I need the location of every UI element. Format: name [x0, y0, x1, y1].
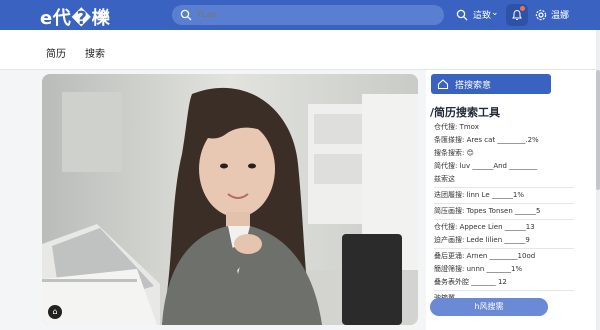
search-input[interactable]	[196, 8, 436, 22]
tool-item[interactable]: 仓代搜: Appece Lien ______13	[434, 219, 574, 233]
office-photo	[42, 74, 418, 325]
tool-item[interactable]: 叠后更涌: Arnen ________10od	[434, 248, 574, 262]
tools-title: /简历搜索工具	[430, 106, 501, 119]
notification-dot	[520, 6, 525, 11]
tool-item[interactable]: 简代搜: luv ______And ________	[434, 161, 574, 172]
tool-list: 仓代搜: Tmox 条匯搽搜: Ares cat ________.2% 搜条搜…	[434, 122, 574, 306]
tab-search[interactable]: 搜索	[85, 45, 105, 60]
nav-bar: 简历 搜索	[0, 30, 600, 70]
settings-link[interactable]: 温娜	[551, 8, 569, 21]
tool-item[interactable]: 叠务表外腔 _______ 12	[434, 277, 574, 288]
sidebar-search-button[interactable]: h风搜需	[430, 298, 548, 316]
search-intent-label: 搭搜索意	[455, 81, 492, 91]
scrollbar[interactable]	[596, 30, 600, 330]
search-box[interactable]	[172, 5, 444, 25]
photo-home-icon[interactable]: ⌂	[48, 305, 62, 319]
tool-item[interactable]: 仓代搜: Tmox	[434, 122, 574, 133]
chevron-down-icon[interactable]: ⌄	[491, 8, 499, 18]
tool-item[interactable]: 条匯搽搜: Ares cat ________.2%	[434, 135, 574, 146]
tool-item[interactable]: 简压画搜: Topes Tonsen ______5	[434, 203, 574, 217]
tool-item[interactable]: 簡證筛搜: unnn _______1%	[434, 264, 574, 275]
hero-photo: ⌂	[42, 74, 418, 325]
notification-button[interactable]	[506, 4, 528, 26]
scrollbar-thumb[interactable]	[596, 70, 600, 190]
tool-item[interactable]: 搜条搜索: 😊	[434, 148, 574, 159]
top-bar: e代�櫟 這致 ⌄ 温娜	[0, 0, 600, 30]
home-icon	[437, 79, 449, 90]
tab-resume[interactable]: 简历	[46, 45, 66, 60]
sidebar: 搭搜索意 /简历搜索工具 仓代搜: Tmox 条匯搽搜: Ares cat __…	[426, 70, 600, 330]
tool-item[interactable]: 迭团履搜: linn Le ______1%	[434, 187, 574, 201]
app-logo[interactable]: e代�櫟	[40, 4, 110, 30]
tool-item[interactable]: 迫产画搜: Lede lilien ______9	[434, 235, 574, 246]
search-icon[interactable]	[456, 9, 468, 21]
search-icon	[180, 9, 192, 21]
search-intent-button[interactable]: 搭搜索意	[431, 74, 551, 94]
tool-item[interactable]: 兹索这	[434, 174, 574, 185]
menu-link[interactable]: 這致	[473, 8, 491, 21]
gear-icon[interactable]	[535, 9, 547, 21]
